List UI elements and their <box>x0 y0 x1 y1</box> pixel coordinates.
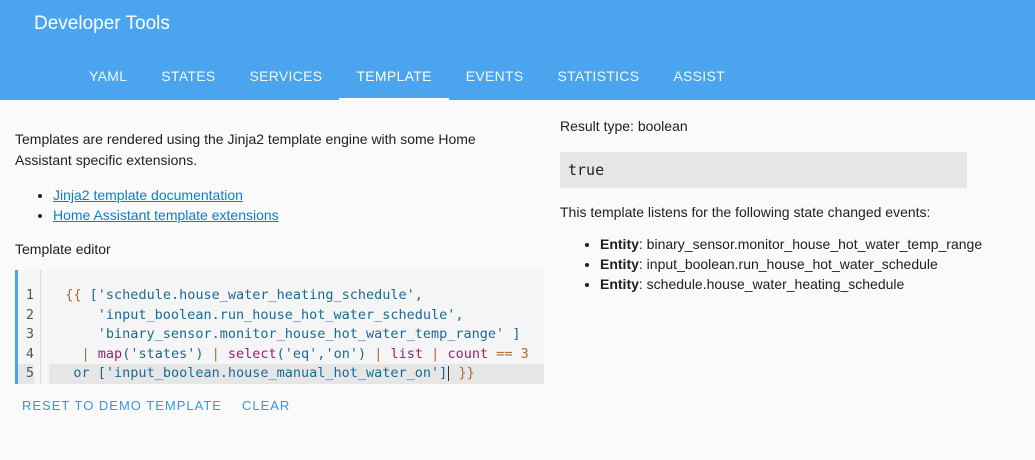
tab-events[interactable]: EVENTS <box>449 52 541 100</box>
tab-states[interactable]: STATES <box>144 52 232 100</box>
tab-services[interactable]: SERVICES <box>232 52 339 100</box>
tab-statistics[interactable]: STATISTICS <box>541 52 657 100</box>
jinja2-docs-link[interactable]: Jinja2 template documentation <box>53 187 243 203</box>
entity-list: Entity: binary_sensor.monitor_house_hot_… <box>560 234 1030 294</box>
line-number: 4 <box>25 345 34 362</box>
tab-assist[interactable]: ASSIST <box>656 52 742 100</box>
app-header: Developer Tools YAML STATES SERVICES TEM… <box>0 0 1035 100</box>
tab-yaml[interactable]: YAML <box>72 52 144 100</box>
entity-label: Entity <box>600 276 639 292</box>
listeners-description: This template listens for the following … <box>560 204 931 220</box>
code-line[interactable]: | map('states') | select('eq','on') | li… <box>49 345 544 365</box>
ha-template-extensions-link[interactable]: Home Assistant template extensions <box>53 207 279 223</box>
entity-label: Entity <box>600 236 639 252</box>
editor-actions: RESET TO DEMO TEMPLATE CLEAR <box>12 394 300 417</box>
list-item: Jinja2 template documentation <box>53 185 545 205</box>
entity-label: Entity <box>600 256 639 272</box>
text-cursor <box>448 365 450 381</box>
template-editor-label: Template editor <box>15 241 111 257</box>
list-item: Entity: input_boolean.run_house_hot_wate… <box>600 254 1030 274</box>
tab-bar: YAML STATES SERVICES TEMPLATE EVENTS STA… <box>72 52 742 100</box>
intro-text: Templates are rendered using the Jinja2 … <box>15 131 476 168</box>
list-item: Entity: schedule.house_water_heating_sch… <box>600 274 1030 294</box>
result-type-label: Result type: boolean <box>560 118 688 134</box>
line-number: 3 <box>25 326 34 342</box>
result-output: true <box>560 152 967 188</box>
gutter-divider <box>40 270 41 384</box>
entity-id: input_boolean.run_house_hot_water_schedu… <box>646 256 938 272</box>
line-number-gutter: 1 2 3 4 5 <box>18 286 34 384</box>
line-number: 5 <box>18 364 34 384</box>
code-line[interactable]: or ['input_boolean.house_manual_hot_wate… <box>49 364 544 384</box>
code-line[interactable]: {{ ['schedule.house_water_heating_schedu… <box>49 286 544 306</box>
entity-id: binary_sensor.monitor_house_hot_water_te… <box>646 236 983 252</box>
template-panel: Templates are rendered using the Jinja2 … <box>15 100 545 257</box>
clear-button[interactable]: CLEAR <box>232 394 300 417</box>
doc-links: Jinja2 template documentation Home Assis… <box>15 185 545 225</box>
reset-demo-template-button[interactable]: RESET TO DEMO TEMPLATE <box>12 394 232 417</box>
result-panel: Result type: boolean true This template … <box>560 100 1030 294</box>
list-item: Entity: binary_sensor.monitor_house_hot_… <box>600 234 1030 254</box>
code-line[interactable]: 'input_boolean.run_house_hot_water_sched… <box>49 306 544 326</box>
template-editor[interactable]: 1 2 3 4 5 {{ ['schedule.house_water_heat… <box>15 270 544 384</box>
entity-id: schedule.house_water_heating_schedule <box>646 276 905 292</box>
tab-template[interactable]: TEMPLATE <box>339 52 449 100</box>
line-number: 2 <box>25 306 34 323</box>
code-line[interactable]: 'binary_sensor.monitor_house_hot_water_t… <box>49 325 544 345</box>
list-item: Home Assistant template extensions <box>53 205 545 225</box>
code-content[interactable]: {{ ['schedule.house_water_heating_schedu… <box>49 286 544 384</box>
app-title: Developer Tools <box>34 13 170 34</box>
line-number: 1 <box>25 287 34 303</box>
